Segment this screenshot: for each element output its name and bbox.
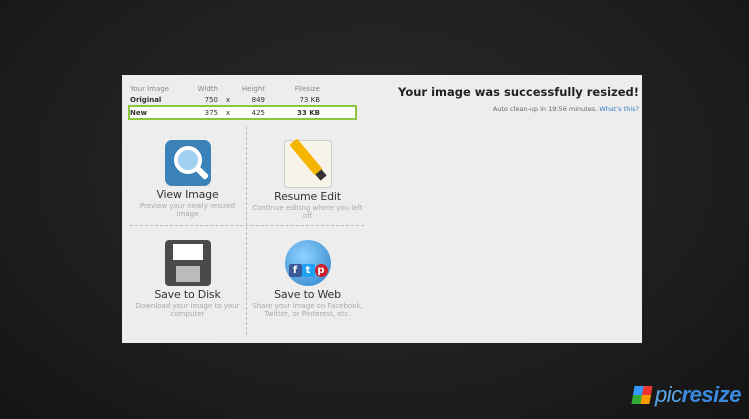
header-filesize: Filesize <box>294 84 320 93</box>
original-label: Original <box>130 95 162 104</box>
globe-share-icon: f t p <box>284 240 331 286</box>
resume-edit-desc: Continue editing where you left off <box>252 204 363 220</box>
picresize-logo-icon <box>631 386 653 404</box>
view-image-button[interactable]: View Image Preview your newly resized im… <box>130 140 245 218</box>
original-size: 73 KB <box>299 95 320 104</box>
cleanup-text: Auto clean-up in 19:56 minutes. <box>492 105 598 113</box>
success-message: Your image was successfully resized! <box>398 85 639 99</box>
cleanup-notice: Auto clean-up in 19:56 minutes. What's t… <box>397 105 639 113</box>
floppy-disk-icon <box>164 240 211 286</box>
save-to-web-desc: Share your image on Facebook, Twitter, o… <box>252 302 363 318</box>
save-to-web-title: Save to Web <box>274 288 341 301</box>
whats-this-link[interactable]: What's this? <box>599 105 639 113</box>
facebook-icon: f <box>288 264 302 277</box>
twitter-icon: t <box>301 264 315 277</box>
original-x: x <box>225 95 231 104</box>
view-image-title: View Image <box>156 188 219 201</box>
magnifier-icon <box>164 140 211 186</box>
new-label: New <box>130 108 148 117</box>
vertical-divider <box>246 127 247 335</box>
new-row: New 375 x 425 33 KB <box>128 105 357 120</box>
save-to-web-button[interactable]: f t p Save to Web Share your image on Fa… <box>250 240 365 318</box>
horizontal-divider <box>130 225 364 226</box>
header-width: Width <box>197 84 218 93</box>
original-row: Original 750 x 849 73 KB <box>130 94 355 105</box>
info-header-row: Your Image Width Height Filesize <box>130 83 355 94</box>
pencil-icon <box>283 138 332 188</box>
save-to-disk-title: Save to Disk <box>154 288 221 301</box>
pinterest-icon: p <box>314 264 328 277</box>
new-height: 425 <box>251 108 265 117</box>
new-width: 375 <box>204 108 218 117</box>
resume-edit-button[interactable]: Resume Edit Continue editing where you l… <box>250 138 365 220</box>
save-to-disk-desc: Download your image to your computer <box>135 302 240 318</box>
header-height: Height <box>241 84 265 93</box>
view-image-desc: Preview your newly resized image <box>139 202 236 218</box>
save-to-disk-button[interactable]: Save to Disk Download your image to your… <box>130 240 245 318</box>
picresize-logo: picresize <box>631 382 742 408</box>
image-info-table: Your Image Width Height Filesize Origina… <box>128 83 357 120</box>
logo-resize: resize <box>681 382 742 407</box>
original-height: 849 <box>251 95 265 104</box>
logo-pic: pic <box>654 382 682 407</box>
new-x: x <box>225 108 231 117</box>
header-your-image: Your Image <box>130 84 170 93</box>
new-size: 33 KB <box>297 108 320 117</box>
result-panel: Your Image Width Height Filesize Origina… <box>122 75 642 343</box>
resume-edit-title: Resume Edit <box>274 190 341 203</box>
original-width: 750 <box>204 95 218 104</box>
